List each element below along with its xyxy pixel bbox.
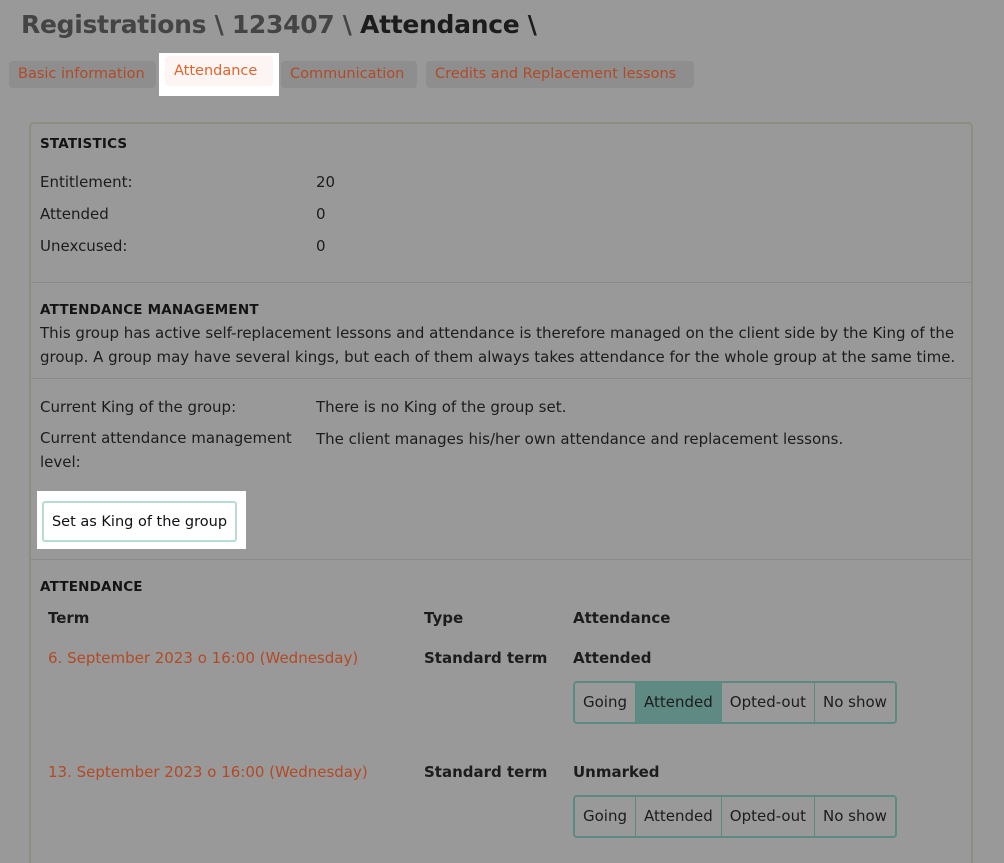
management-title: ATTENDANCE MANAGEMENT (40, 302, 259, 318)
option-opted-out[interactable]: Opted-out (721, 683, 815, 722)
term-link[interactable]: 6. September 2023 o 16:00 (Wednesday) (48, 649, 358, 667)
option-attended[interactable]: Attended (636, 683, 722, 722)
unexcused-value: 0 (316, 237, 326, 255)
set-king-highlight: Set as King of the group (37, 491, 246, 549)
king-value: There is no King of the group set. (316, 398, 567, 416)
option-no-show[interactable]: No show (815, 683, 895, 722)
breadcrumb-current: Attendance \ (360, 10, 537, 39)
attendance-title: ATTENDANCE (40, 579, 143, 595)
tab-credits-replacement[interactable]: Credits and Replacement lessons (426, 61, 694, 88)
term-type: Standard term (424, 649, 548, 667)
term-link[interactable]: 13. September 2023 o 16:00 (Wednesday) (48, 763, 368, 781)
management-level-label: Current attendance management level: (40, 429, 292, 471)
tab-basic-information[interactable]: Basic information (9, 61, 156, 88)
column-header-term: Term (48, 609, 90, 627)
tab-attendance[interactable]: Attendance (165, 56, 273, 86)
option-opted-out[interactable]: Opted-out (721, 797, 815, 836)
set-king-button[interactable]: Set as King of the group (42, 501, 237, 542)
tab-communication[interactable]: Communication (281, 61, 417, 88)
breadcrumb-registrations[interactable]: Registrations \ (21, 10, 224, 39)
attendance-panel: STATISTICS Entitlement: 20 Attended 0 Un… (29, 122, 973, 863)
breadcrumb-registration-id[interactable]: 123407 \ (232, 10, 352, 39)
tab-attendance-highlight: Attendance (159, 53, 279, 96)
attendance-status: Attended (573, 649, 652, 667)
king-label: Current King of the group: (40, 398, 237, 416)
option-attended[interactable]: Attended (636, 797, 722, 836)
entitlement-value: 20 (316, 173, 336, 191)
attendance-segmented-control: Going Attended Opted-out No show (573, 681, 897, 724)
divider (31, 378, 971, 379)
attended-label: Attended (40, 205, 109, 223)
attendance-status: Unmarked (573, 763, 660, 781)
option-going[interactable]: Going (575, 797, 636, 836)
entitlement-label: Entitlement: (40, 173, 133, 191)
attended-value: 0 (316, 205, 326, 223)
option-going[interactable]: Going (575, 683, 636, 722)
management-level-value: The client manages his/her own attendanc… (316, 430, 844, 448)
term-type: Standard term (424, 763, 548, 781)
management-description: This group has active self-replacement l… (40, 324, 956, 366)
option-no-show[interactable]: No show (815, 797, 895, 836)
column-header-type: Type (424, 609, 464, 627)
page-title: Registrations \ 123407 \ Attendance \ (21, 8, 537, 42)
statistics-title: STATISTICS (40, 136, 128, 152)
column-header-attendance: Attendance (573, 609, 671, 627)
attendance-segmented-control: Going Attended Opted-out No show (573, 795, 897, 838)
divider (31, 282, 971, 283)
divider (31, 559, 971, 560)
unexcused-label: Unexcused: (40, 237, 128, 255)
